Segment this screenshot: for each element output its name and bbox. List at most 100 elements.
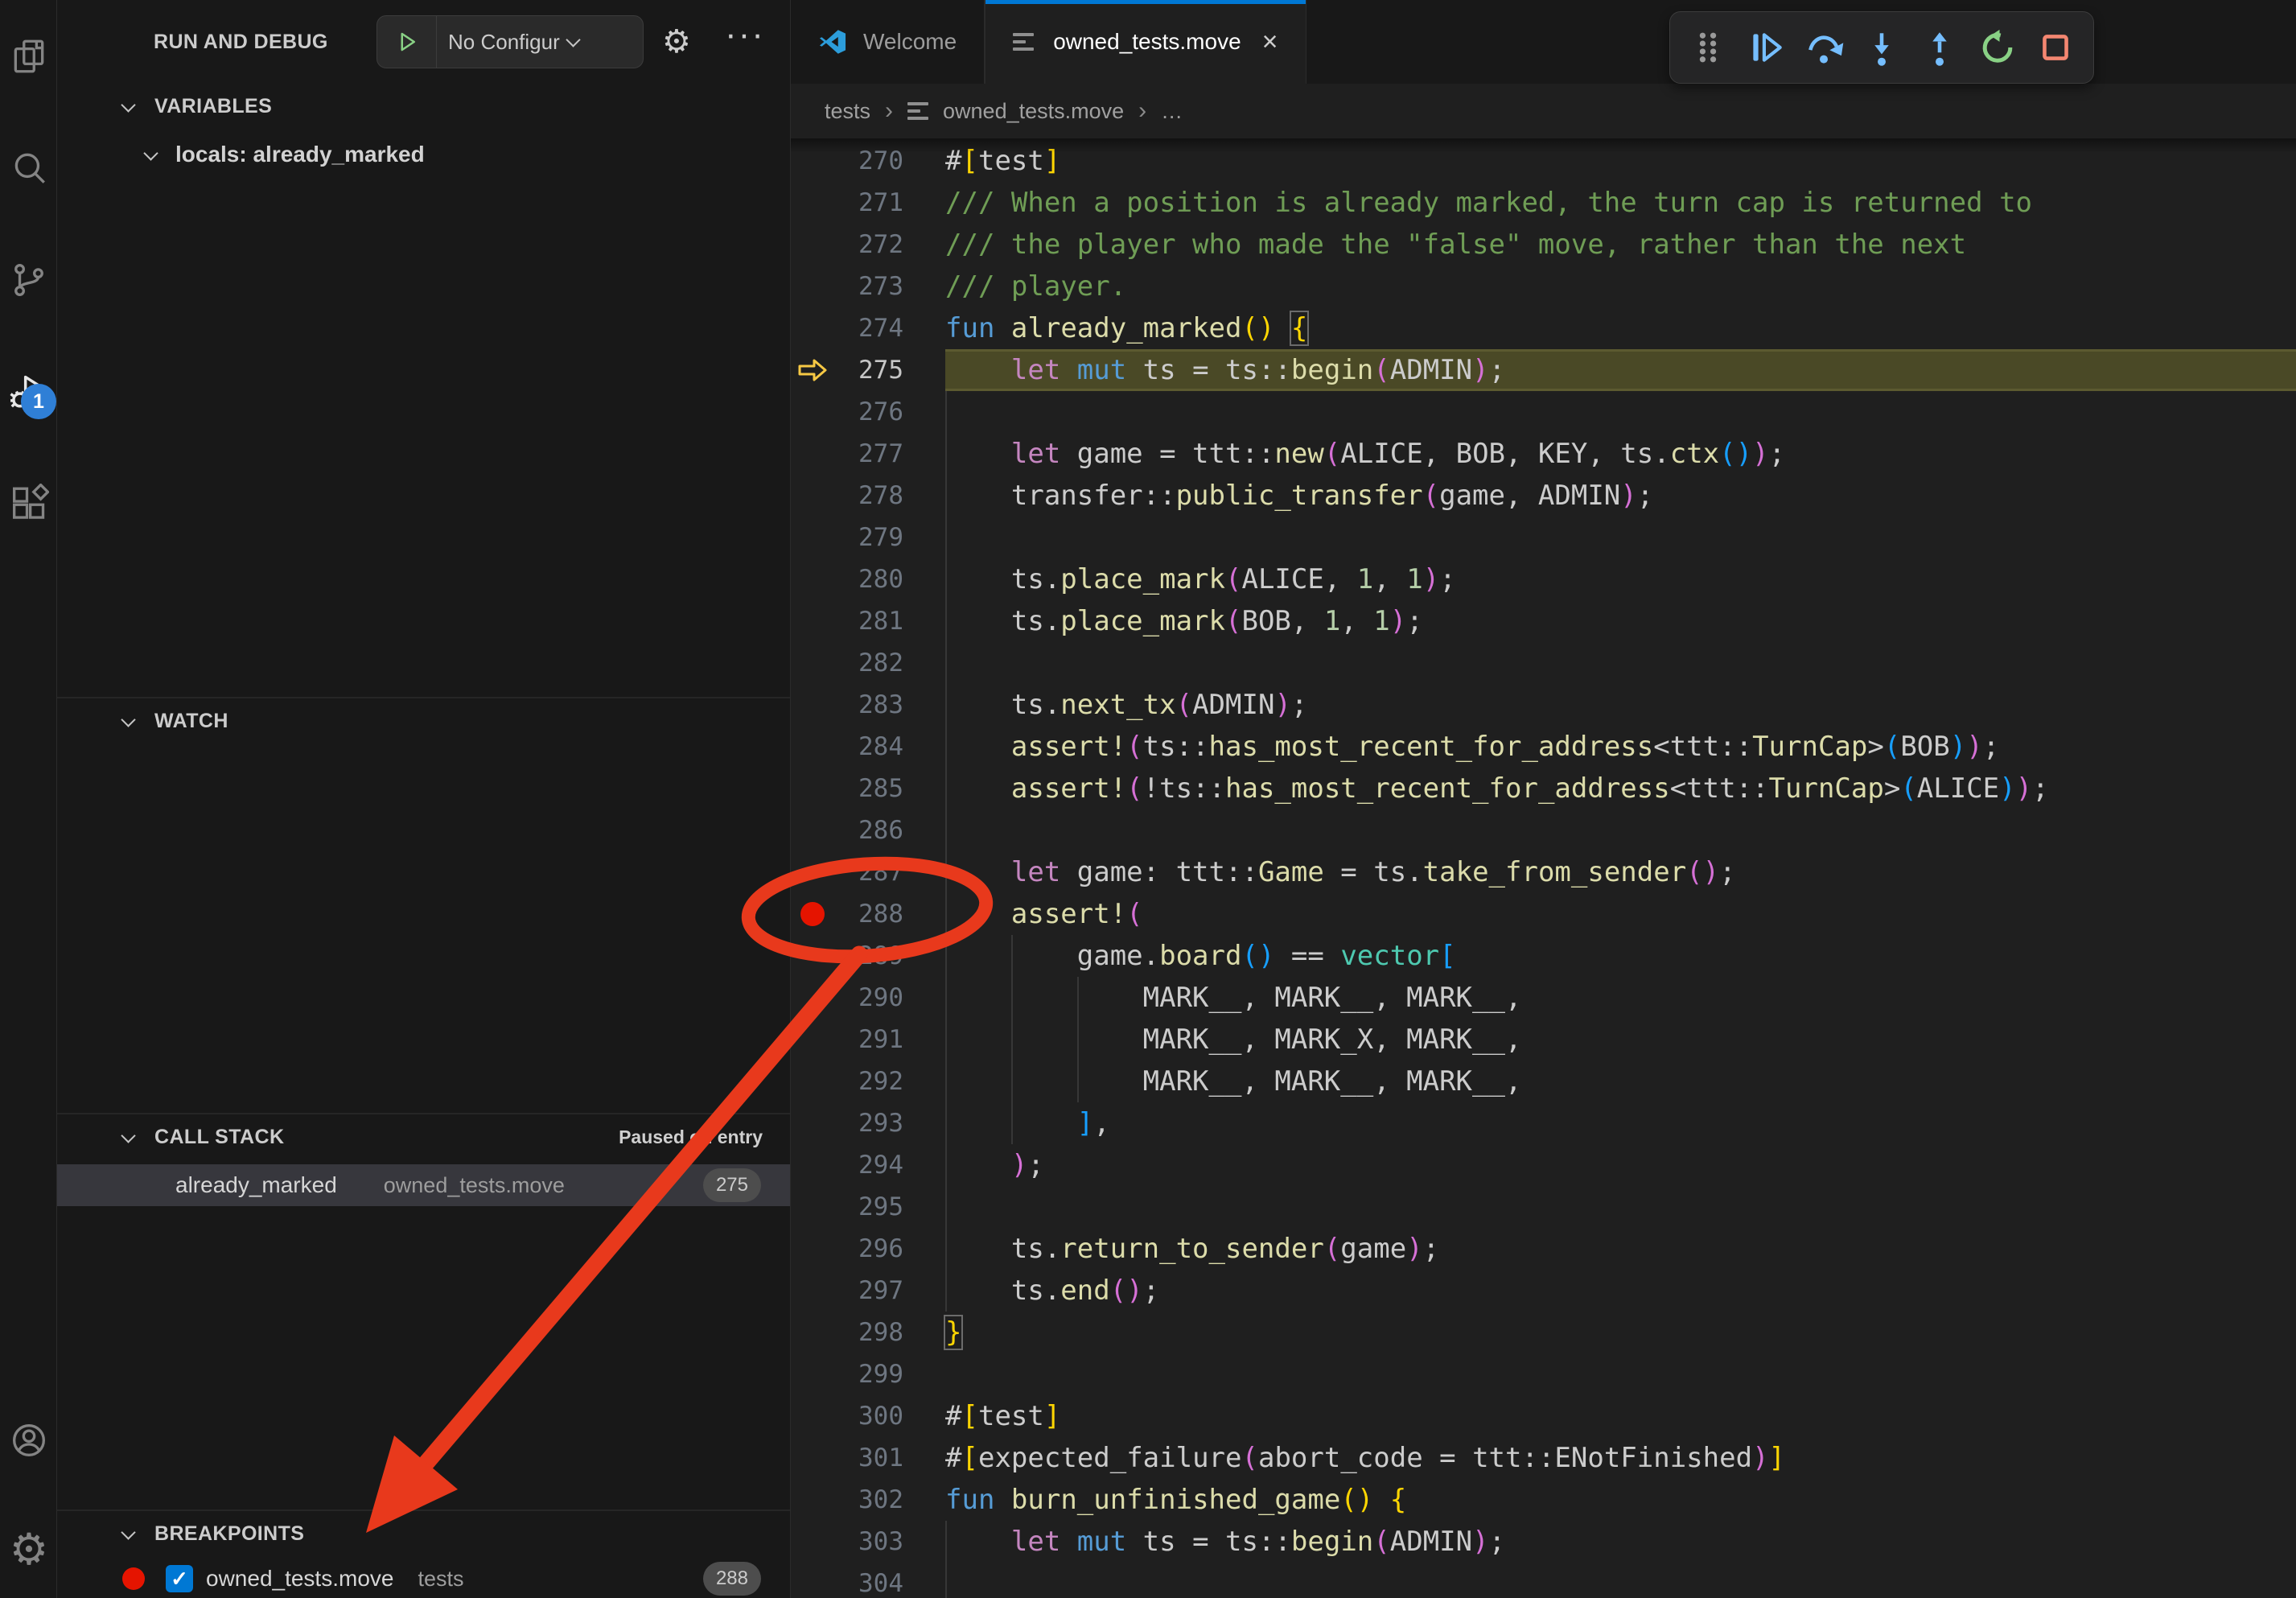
line-number[interactable]: 279 — [823, 517, 903, 558]
line-number[interactable]: 289 — [823, 935, 903, 977]
line-text: ); — [945, 1144, 1044, 1186]
variables-scope-row[interactable]: locals: already_marked — [57, 134, 790, 175]
debug-step-out-icon[interactable] — [1916, 24, 1963, 71]
code-line-272: 272/// the player who made the "false" m… — [791, 224, 2296, 266]
code-line-283: 283ts.next_tx(ADMIN); — [791, 684, 2296, 726]
breadcrumb-folder[interactable]: tests — [825, 99, 870, 124]
line-number[interactable]: 287 — [823, 851, 903, 893]
line-number[interactable]: 292 — [823, 1061, 903, 1102]
indent-guide — [945, 391, 947, 433]
code-line-287: 287 let game: ttt::Game = ts.take_from_se… — [791, 851, 2296, 893]
line-number[interactable]: 301 — [823, 1437, 903, 1479]
call-stack-frame-row[interactable]: already_marked owned_tests.move 275 — [57, 1164, 790, 1206]
debug-stop-icon[interactable] — [2032, 24, 2079, 71]
watch-header[interactable]: WATCH — [57, 698, 790, 743]
line-number[interactable]: 302 — [823, 1479, 903, 1521]
line-text: ts.place_mark(BOB, 1, 1); — [945, 600, 1423, 642]
breakpoint-row[interactable]: ✓ owned_tests.move tests 288 — [57, 1558, 790, 1598]
breakpoints-header[interactable]: BREAKPOINTS — [57, 1511, 790, 1556]
code-editor[interactable]: 270#[test]271/// When a position is alre… — [791, 138, 2296, 1598]
line-text: fun already_marked() { — [945, 307, 1307, 349]
line-number[interactable]: 273 — [823, 266, 903, 307]
variables-header[interactable]: VARIABLES — [57, 84, 790, 129]
line-number[interactable]: 299 — [823, 1353, 903, 1395]
debug-gear-icon[interactable]: ⚙ — [662, 21, 691, 63]
debug-continue-icon[interactable] — [1743, 24, 1789, 71]
chevron-right-icon: › — [1138, 97, 1146, 125]
line-text: assert!( — [945, 893, 1143, 935]
code-line-276: 276 — [791, 391, 2296, 433]
line-text: #[test] — [945, 1395, 1060, 1437]
breadcrumb-symbol[interactable]: … — [1161, 99, 1183, 124]
line-number[interactable]: 284 — [823, 726, 903, 768]
code-line-290: 290MARK__, MARK__, MARK__, — [791, 977, 2296, 1019]
line-number[interactable]: 286 — [823, 809, 903, 851]
code-line-288: 288 assert!( — [791, 893, 2296, 935]
settings-gear-icon[interactable]: ⚙ — [8, 1529, 50, 1571]
line-number[interactable]: 283 — [823, 684, 903, 726]
extensions-icon[interactable] — [8, 483, 50, 525]
breakpoint-checkbox[interactable]: ✓ — [166, 1565, 193, 1592]
line-number[interactable]: 282 — [823, 642, 903, 684]
line-number[interactable]: 285 — [823, 768, 903, 809]
breadcrumb: tests › owned_tests.move › … — [791, 84, 2296, 138]
search-icon[interactable] — [8, 147, 50, 189]
frame-line-badge: 275 — [703, 1168, 761, 1202]
line-number[interactable]: 295 — [823, 1186, 903, 1228]
line-number[interactable]: 272 — [823, 224, 903, 266]
chevron-down-icon — [121, 97, 135, 112]
line-text: } — [945, 1312, 961, 1353]
line-number[interactable]: 274 — [823, 307, 903, 349]
tab-welcome[interactable]: Welcome — [791, 0, 985, 84]
line-number[interactable]: 280 — [823, 558, 903, 600]
line-number[interactable]: 275 — [823, 349, 903, 391]
debug-step-over-icon[interactable] — [1800, 24, 1847, 71]
code-line-286: 286 — [791, 809, 2296, 851]
line-number[interactable]: 290 — [823, 977, 903, 1019]
code-line-302: 302fun burn_unfinished_game() { — [791, 1479, 2296, 1521]
call-stack-header[interactable]: CALL STACK Paused on entry — [57, 1114, 790, 1159]
source-control-icon[interactable] — [8, 259, 50, 301]
line-number[interactable]: 296 — [823, 1228, 903, 1270]
line-number[interactable]: 297 — [823, 1270, 903, 1312]
explorer-icon[interactable] — [8, 35, 50, 77]
sidebar-title: RUN AND DEBUG — [154, 31, 328, 54]
line-text: game.board() == vector[ — [945, 935, 1456, 977]
line-number[interactable]: 303 — [823, 1521, 903, 1563]
run-and-debug-icon[interactable]: 1 — [8, 371, 50, 413]
line-text: assert!(!ts::has_most_recent_for_address… — [945, 768, 2049, 809]
debug-step-into-icon[interactable] — [1858, 24, 1905, 71]
line-number[interactable]: 281 — [823, 600, 903, 642]
line-number[interactable]: 278 — [823, 475, 903, 517]
line-number[interactable]: 276 — [823, 391, 903, 433]
line-number[interactable]: 300 — [823, 1395, 903, 1437]
line-number[interactable]: 291 — [823, 1019, 903, 1061]
more-actions-icon[interactable]: ··· — [725, 14, 765, 55]
breadcrumb-file[interactable]: owned_tests.move — [943, 99, 1124, 124]
code-line-289: 289 game.board() == vector[ — [791, 935, 2296, 977]
line-number[interactable]: 271 — [823, 182, 903, 224]
gripper-icon[interactable] — [1685, 24, 1731, 71]
run-config-dropdown[interactable]: No Configur — [376, 15, 644, 68]
breakpoint-dot-icon[interactable] — [800, 902, 825, 926]
line-text: let game: ttt::Game = ts.take_from_sende… — [945, 851, 1736, 893]
line-number[interactable]: 298 — [823, 1312, 903, 1353]
start-debugging-icon[interactable] — [377, 16, 437, 68]
line-number[interactable]: 304 — [823, 1563, 903, 1598]
close-icon[interactable]: × — [1262, 28, 1278, 56]
code-line-294: 294); — [791, 1144, 2296, 1186]
line-number[interactable]: 294 — [823, 1144, 903, 1186]
line-number[interactable]: 288 — [823, 893, 903, 935]
line-number[interactable]: 277 — [823, 433, 903, 475]
code-line-281: 281 ts.place_mark(BOB, 1, 1); — [791, 600, 2296, 642]
line-number[interactable]: 293 — [823, 1102, 903, 1144]
code-line-274: 274 fun already_marked() { — [791, 307, 2296, 349]
account-icon[interactable] — [8, 1419, 50, 1461]
line-text: ts.place_mark(ALICE, 1, 1); — [945, 558, 1456, 600]
code-line-279: 279 — [791, 517, 2296, 558]
chevron-right-icon: › — [885, 97, 893, 125]
debug-restart-icon[interactable] — [1974, 24, 2021, 71]
tab-owned-tests-move[interactable]: owned_tests.move × — [985, 0, 1306, 84]
line-text: let game = ttt::new(ALICE, BOB, KEY, ts.… — [945, 433, 1785, 475]
code-line-278: 278transfer::public_transfer(game, ADMIN… — [791, 475, 2296, 517]
